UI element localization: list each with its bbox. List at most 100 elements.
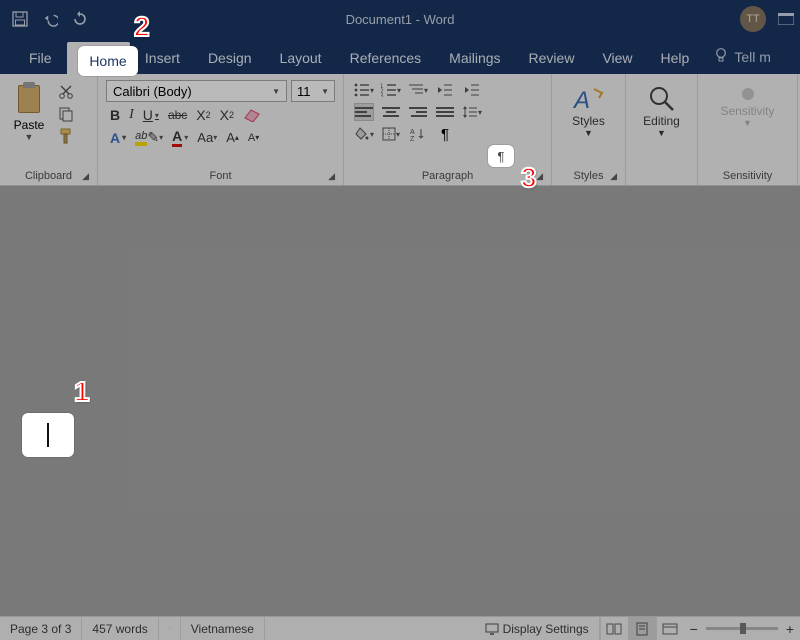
web-layout-button[interactable] xyxy=(656,617,684,640)
strikethrough-button[interactable]: abc xyxy=(168,108,187,122)
ribbon: Paste ▼ Clipboard◢ Calibri (Body)▼ 11▼ B… xyxy=(0,74,800,186)
sensitivity-button: Sensitivity▼ xyxy=(704,78,791,128)
shrink-font-button[interactable]: A▾ xyxy=(248,132,259,144)
grow-font-button[interactable]: A▴ xyxy=(226,130,239,145)
group-label-clipboard: Clipboard◢ xyxy=(6,168,91,185)
bold-button[interactable]: B xyxy=(110,107,120,123)
tell-me-label: Tell m xyxy=(734,49,771,65)
chevron-down-icon: ▼ xyxy=(321,87,329,96)
borders-button[interactable]: ▾ xyxy=(381,125,401,143)
format-painter-icon[interactable] xyxy=(58,128,76,144)
group-label-sensitivity: Sensitivity xyxy=(704,168,791,185)
search-icon xyxy=(647,84,677,114)
dialog-launcher-icon[interactable]: ◢ xyxy=(610,171,617,182)
callout-3: 3 xyxy=(521,162,537,194)
tab-help[interactable]: Help xyxy=(648,42,703,74)
svg-text:A: A xyxy=(572,87,590,114)
tab-design[interactable]: Design xyxy=(195,42,265,74)
svg-text:3: 3 xyxy=(381,94,384,97)
group-clipboard: Paste ▼ Clipboard◢ xyxy=(0,74,98,185)
spelling-icon[interactable] xyxy=(159,617,181,640)
zoom-out-button[interactable]: − xyxy=(690,621,698,637)
superscript-button[interactable]: X2 xyxy=(220,107,234,123)
tell-me[interactable]: Tell m xyxy=(704,39,781,74)
clear-formatting-icon[interactable] xyxy=(243,108,261,122)
font-name-combo[interactable]: Calibri (Body)▼ xyxy=(106,80,287,102)
numbering-button[interactable]: 123▾ xyxy=(381,81,401,99)
highlight-button[interactable]: ab✎▾ xyxy=(135,129,163,146)
zoom-slider[interactable] xyxy=(706,627,778,630)
sort-button[interactable]: AZ xyxy=(408,125,428,143)
underline-button[interactable]: U▾ xyxy=(143,107,159,123)
monitor-icon xyxy=(485,623,499,635)
decrease-indent-button[interactable] xyxy=(435,81,455,99)
ribbon-options-icon[interactable] xyxy=(778,11,794,27)
group-editing: Editing▼ xyxy=(626,74,698,185)
callout-1: 1 xyxy=(74,376,90,408)
styles-button[interactable]: A Styles▼ xyxy=(558,78,619,138)
status-words[interactable]: 457 words xyxy=(82,617,158,640)
chevron-down-icon: ▼ xyxy=(272,87,280,96)
dialog-launcher-icon[interactable]: ◢ xyxy=(328,171,335,182)
status-bar: Page 3 of 3 457 words Vietnamese Display… xyxy=(0,616,800,640)
align-center-button[interactable] xyxy=(381,103,401,121)
styles-icon: A xyxy=(572,84,606,114)
zoom-in-button[interactable]: + xyxy=(786,621,794,637)
bullets-button[interactable]: ▾ xyxy=(354,81,374,99)
title-bar: Document1 - Word TT xyxy=(0,0,800,38)
display-settings[interactable]: Display Settings xyxy=(475,617,600,640)
svg-text:A: A xyxy=(410,129,415,136)
document-area[interactable] xyxy=(0,186,800,616)
subscript-button[interactable]: X2 xyxy=(196,107,210,123)
callout-2: 2 xyxy=(134,11,150,43)
multilevel-list-button[interactable]: ▾ xyxy=(408,81,428,99)
editing-button[interactable]: Editing▼ xyxy=(632,78,691,138)
tab-mailings[interactable]: Mailings xyxy=(436,42,513,74)
tab-layout[interactable]: Layout xyxy=(267,42,335,74)
align-left-button[interactable] xyxy=(354,103,374,121)
dialog-launcher-icon[interactable]: ◢ xyxy=(536,171,543,182)
paste-icon xyxy=(14,82,44,116)
chevron-down-icon: ▼ xyxy=(584,128,593,138)
line-spacing-button[interactable]: ▾ xyxy=(462,103,482,121)
chevron-down-icon: ▼ xyxy=(743,118,752,128)
cut-icon[interactable] xyxy=(58,84,76,100)
sensitivity-icon xyxy=(738,84,758,104)
shading-button[interactable]: ▾ xyxy=(354,125,374,143)
change-case-button[interactable]: Aa▾ xyxy=(197,130,217,145)
text-cursor-icon xyxy=(47,423,49,447)
tab-review[interactable]: Review xyxy=(516,42,588,74)
font-size-combo[interactable]: 11▼ xyxy=(291,80,335,102)
group-label-font: Font◢ xyxy=(104,168,337,185)
justify-button[interactable] xyxy=(435,103,455,121)
chevron-down-icon: ▼ xyxy=(657,128,666,138)
tab-insert[interactable]: Insert xyxy=(132,42,193,74)
status-language[interactable]: Vietnamese xyxy=(181,617,265,640)
dialog-launcher-icon[interactable]: ◢ xyxy=(82,171,89,182)
read-mode-button[interactable] xyxy=(600,617,628,640)
chevron-down-icon: ▼ xyxy=(25,132,34,142)
tab-file[interactable]: File xyxy=(16,42,65,74)
text-effects-button[interactable]: A▾ xyxy=(110,130,126,146)
group-label-styles: Styles◢ xyxy=(558,168,619,185)
status-page[interactable]: Page 3 of 3 xyxy=(0,617,82,640)
group-sensitivity: Sensitivity▼ Sensitivity xyxy=(698,74,798,185)
show-hide-button[interactable]: ¶ xyxy=(435,125,455,143)
group-styles: A Styles▼ Styles◢ xyxy=(552,74,626,185)
tab-references[interactable]: References xyxy=(337,42,435,74)
print-layout-button[interactable] xyxy=(628,617,656,640)
italic-button[interactable]: I xyxy=(129,107,134,123)
save-icon[interactable] xyxy=(12,11,28,27)
redo-icon[interactable] xyxy=(72,11,88,27)
align-right-button[interactable] xyxy=(408,103,428,121)
copy-icon[interactable] xyxy=(58,106,76,122)
tab-view[interactable]: View xyxy=(589,42,645,74)
font-color-button[interactable]: A▾ xyxy=(172,128,188,147)
user-avatar[interactable]: TT xyxy=(740,6,766,32)
group-label-paragraph: Paragraph◢ xyxy=(350,168,545,185)
paste-button[interactable]: Paste ▼ xyxy=(6,78,52,142)
lightbulb-icon xyxy=(714,47,728,66)
highlight-cursor xyxy=(22,413,74,457)
undo-icon[interactable] xyxy=(42,11,58,27)
increase-indent-button[interactable] xyxy=(462,81,482,99)
